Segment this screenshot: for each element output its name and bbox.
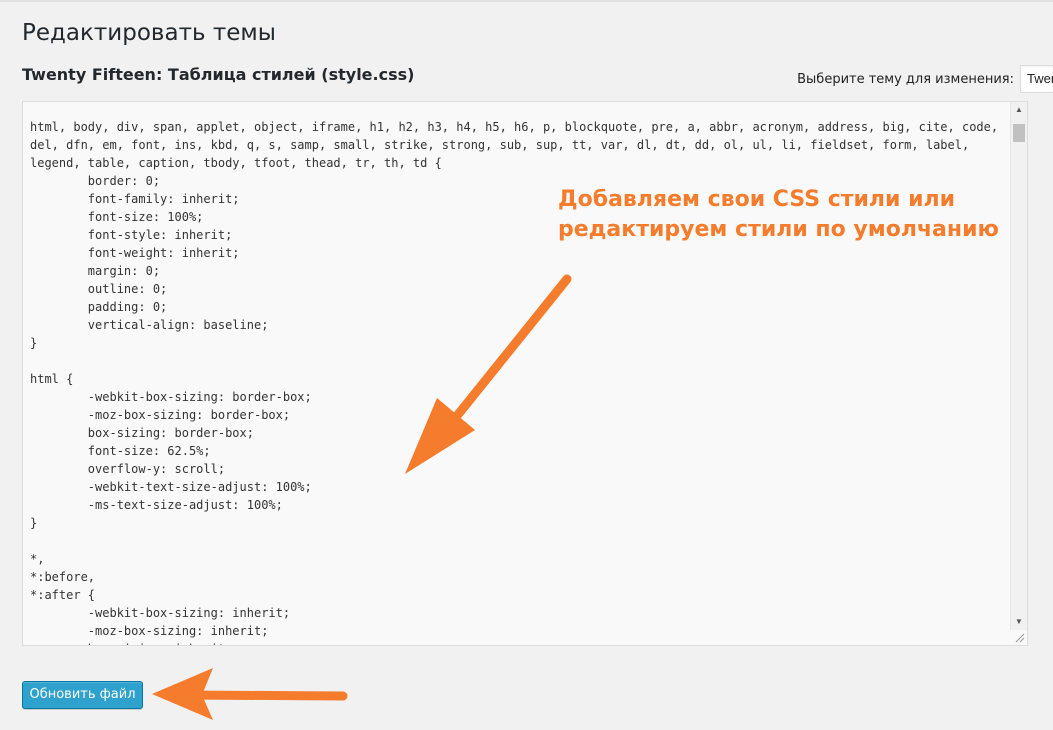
button-arrow-icon [152,668,348,720]
annotation-line-1: Добавляем свои CSS стили или [558,187,956,212]
editor-scrollbar[interactable]: ▲ ▼ [1010,102,1027,630]
annotation-text: Добавляем свои CSS стили или редактируем… [558,185,999,245]
file-title: Twenty Fifteen: Таблица стилей (style.cs… [22,65,415,84]
theme-selector: Выберите тему для изменения: Twenty Fift… [797,64,1053,94]
annotation-line-2: редактируем стили по умолчанию [558,217,999,242]
theme-select-dropdown[interactable]: Twenty Fifteen [1020,65,1053,93]
update-file-button[interactable]: Обновить файл [22,681,143,709]
theme-selector-label: Выберите тему для изменения: [797,71,1014,87]
top-divider [0,0,1053,2]
code-editor[interactable]: html, body, div, span, applet, object, i… [22,101,1028,646]
scroll-thumb[interactable] [1013,124,1025,142]
scroll-down-icon[interactable]: ▼ [1011,614,1027,630]
page-title: Редактировать темы [22,20,276,46]
scroll-up-icon[interactable]: ▲ [1011,102,1027,118]
resize-grip-icon[interactable] [1013,631,1025,643]
